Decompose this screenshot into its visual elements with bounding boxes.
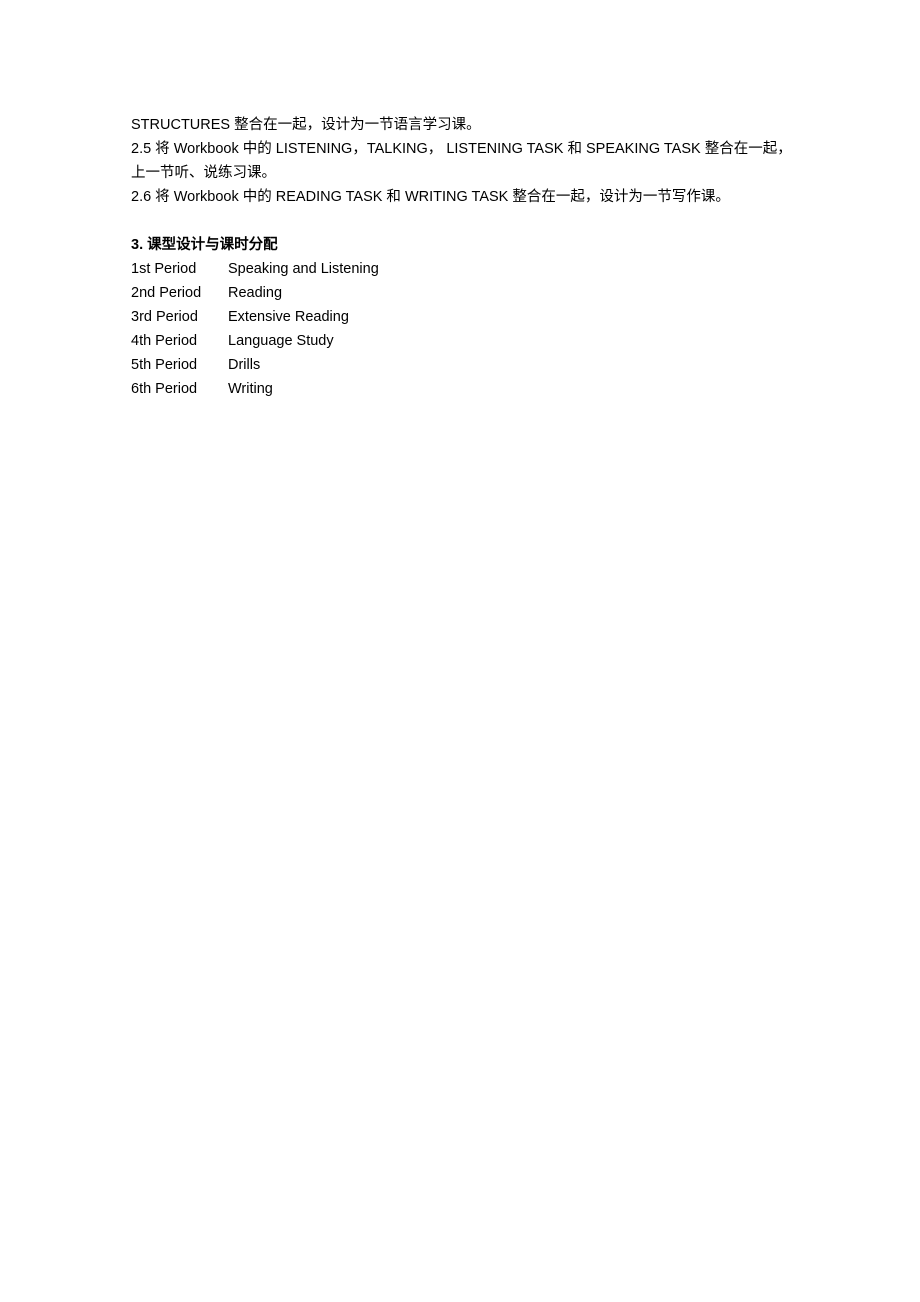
paragraph-2-5: 2.5 将 Workbook 中的 LISTENING，TALKING， LIS… [131, 141, 792, 157]
period-row: 1st Period Speaking and Listening [131, 257, 811, 281]
period-type: Extensive Reading [228, 309, 349, 325]
period-label: 6th Period [131, 381, 198, 397]
period-label: 4th Period [131, 333, 198, 349]
paragraph-2-5-continued: 上一节听、说练习课。 [131, 165, 276, 181]
period-type: Speaking and Listening [228, 261, 379, 277]
period-row: 6th Period Writing [131, 377, 811, 401]
period-row: 4th Period Language Study [131, 329, 811, 353]
paragraph-2-6: 2.6 将 Workbook 中的 READING TASK 和 WRITING… [131, 189, 730, 205]
period-type: Reading [228, 285, 283, 301]
document-page: STRUCTURES 整合在一起，设计为一节语言学习课。 2.5 将 Workb… [131, 113, 811, 401]
section-3-heading: 3. 课型设计与课时分配 [131, 237, 278, 253]
period-row: 3rd Period Extensive Reading [131, 305, 811, 329]
period-label: 1st Period [131, 261, 197, 277]
period-type: Language Study [228, 333, 334, 349]
paragraph-structures: STRUCTURES 整合在一起，设计为一节语言学习课。 [131, 117, 481, 133]
period-label: 2nd Period [131, 285, 202, 301]
period-type: Writing [228, 381, 273, 397]
period-type: Drills [228, 357, 261, 373]
period-row: 5th Period Drills [131, 353, 811, 377]
period-label: 5th Period [131, 357, 198, 373]
period-row: 2nd Period Reading [131, 281, 811, 305]
period-label: 3rd Period [131, 309, 198, 325]
period-list: 1st Period Speaking and Listening 2nd Pe… [131, 257, 811, 401]
